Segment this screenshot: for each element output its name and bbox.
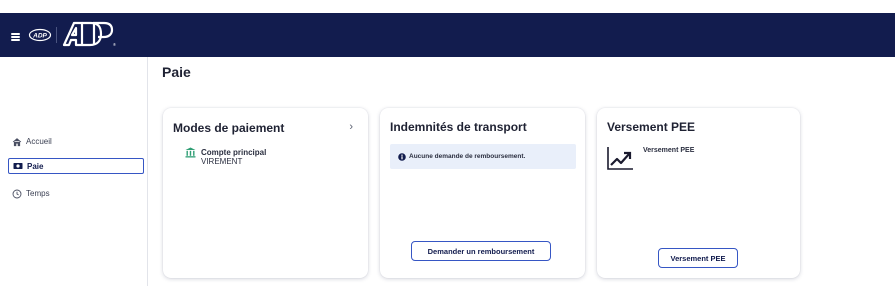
- trending-chart-icon: [607, 147, 633, 170]
- pee-payment-card: Versement PEE Versement PEE Versement PE…: [597, 108, 800, 278]
- page-title: Paie: [162, 64, 191, 80]
- pee-payment-button[interactable]: Versement PEE: [658, 248, 738, 268]
- sidebar-item-label: Paie: [27, 161, 44, 171]
- sidebar-item-temps[interactable]: Temps: [8, 186, 142, 201]
- browser-top-strip: [0, 0, 895, 13]
- menu-icon[interactable]: [11, 33, 20, 41]
- info-message: Aucune demande de remboursement.: [390, 144, 576, 169]
- home-icon: [12, 137, 22, 146]
- clock-icon: [12, 189, 22, 198]
- svg-text:®: ®: [113, 42, 116, 47]
- sidebar-item-paie[interactable]: Paie: [8, 158, 144, 174]
- account-payment-type: VIREMENT: [201, 157, 243, 166]
- money-icon: [13, 163, 23, 169]
- pee-label: Versement PEE: [643, 147, 695, 154]
- info-text: Aucune demande de remboursement.: [409, 153, 526, 160]
- card-title: Versement PEE: [607, 120, 696, 134]
- transport-allowance-card: Indemnités de transport Aucune demande d…: [380, 108, 585, 278]
- account-name: Compte principal: [201, 148, 267, 157]
- svg-text:ADP: ADP: [32, 33, 47, 40]
- bank-icon: [185, 147, 196, 158]
- sidebar: Accueil Paie Temps: [0, 57, 148, 286]
- sidebar-item-label: Temps: [26, 189, 50, 198]
- adp-small-logo: ADP: [28, 28, 52, 42]
- adp-logo[interactable]: ®: [60, 19, 116, 49]
- request-reimbursement-button[interactable]: Demander un remboursement: [411, 241, 551, 261]
- info-icon: [398, 152, 406, 161]
- sidebar-item-label: Accueil: [26, 137, 52, 146]
- card-title: Indemnités de transport: [390, 120, 527, 134]
- logo-divider: [56, 27, 57, 43]
- payment-modes-card[interactable]: Modes de paiement › Compte principal VIR…: [163, 108, 368, 278]
- chevron-right-icon[interactable]: ›: [349, 121, 353, 133]
- sidebar-item-accueil[interactable]: Accueil: [8, 134, 142, 149]
- top-navigation-bar: ADP ®: [0, 13, 895, 57]
- card-title: Modes de paiement: [173, 121, 285, 135]
